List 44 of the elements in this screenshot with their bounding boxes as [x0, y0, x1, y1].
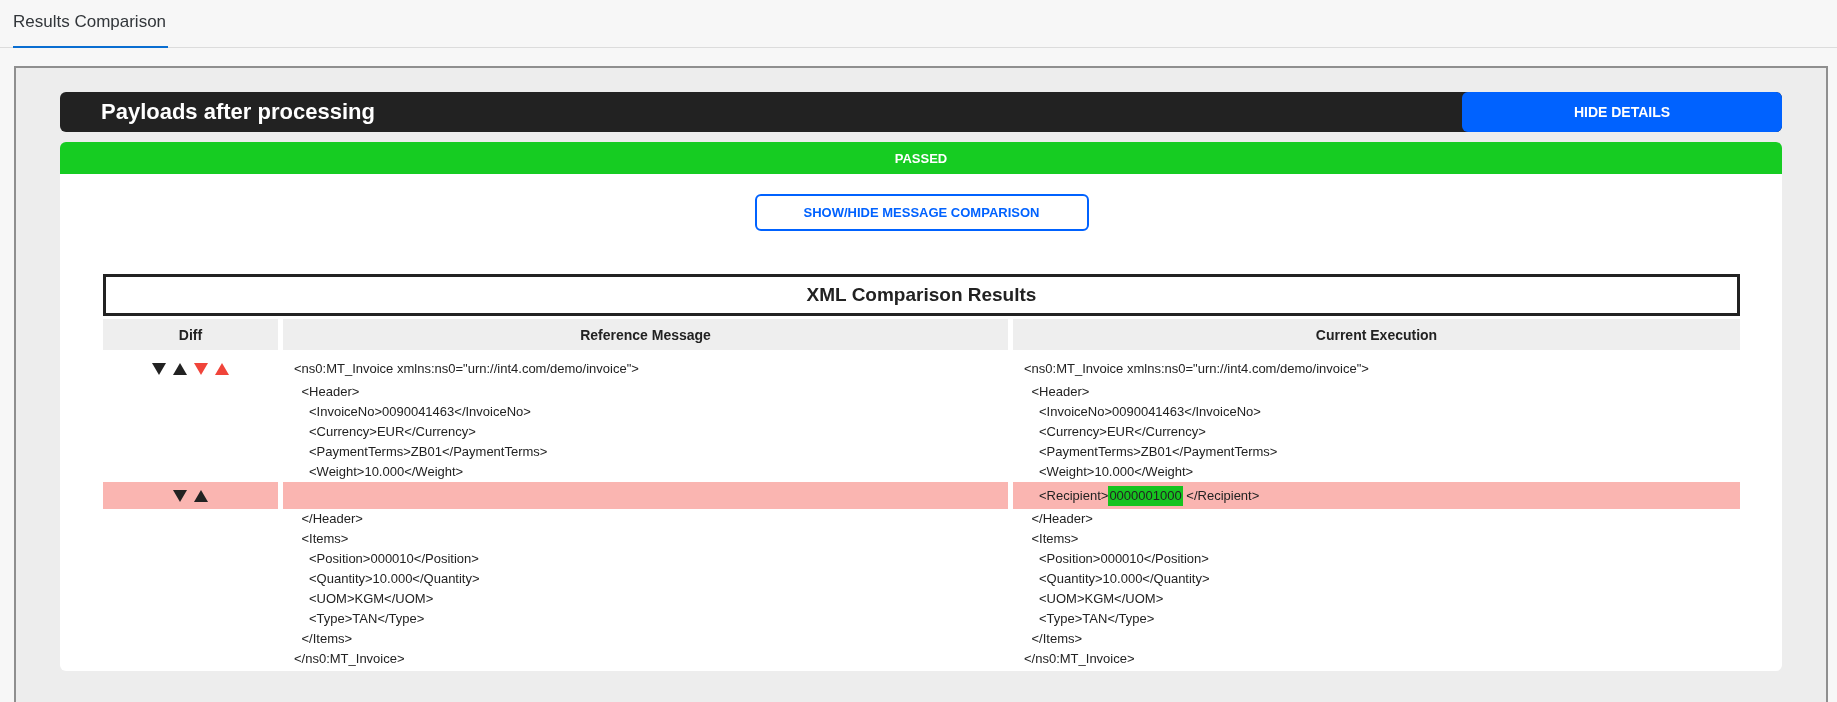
xml-line: <Position>000010</Position> — [1039, 550, 1209, 568]
xml-line: </ns0:MT_Invoice> — [294, 650, 405, 668]
xml-line: <ns0:MT_Invoice xmlns:ns0="urn://int4.com/demo/invoice"> — [1024, 359, 1369, 378]
xml-line: </Header> — [301, 510, 363, 528]
xml-line: <Quantity>10.000</Quantity> — [1039, 570, 1210, 588]
xml-line: <Currency>EUR</Currency> — [309, 423, 476, 441]
xml-line: <PaymentTerms>ZB01</PaymentTerms> — [1039, 443, 1278, 461]
xml-line: </ns0:MT_Invoice> — [1024, 650, 1135, 668]
xml-text: <Recipient> — [1039, 486, 1109, 505]
changed-value: 0000001000 — [1108, 485, 1183, 506]
toggle-comparison-button[interactable]: SHOW/HIDE MESSAGE COMPARISON — [754, 194, 1089, 231]
xml-text: </Recipient> — [1185, 486, 1260, 505]
xml-line: <Currency>EUR</Currency> — [1039, 423, 1206, 441]
column-header: Diff — [103, 319, 278, 350]
xml-line: </Items> — [301, 630, 353, 648]
xml-line: <PaymentTerms>ZB01</PaymentTerms> — [309, 443, 548, 461]
xml-line: <ns0:MT_Invoice xmlns:ns0="urn://int4.com/demo/invoice"> — [294, 359, 639, 378]
xml-line: <Items> — [301, 530, 349, 548]
column-header: Reference Message — [283, 319, 1008, 350]
xml-line: <InvoiceNo>0090041463</InvoiceNo> — [1039, 403, 1261, 421]
hide-details-button[interactable]: HIDE DETAILS — [1462, 92, 1782, 132]
triangle-down-icon[interactable] — [173, 490, 187, 503]
table-title: XML Comparison Results — [103, 274, 1740, 316]
xml-line: <Type>TAN</Type> — [309, 610, 425, 628]
xml-line: <InvoiceNo>0090041463</InvoiceNo> — [309, 403, 531, 421]
triangle-down-icon[interactable] — [152, 363, 166, 376]
section-title: Payloads after processing — [100, 99, 375, 125]
xml-line: <Weight>10.000</Weight> — [309, 463, 464, 481]
xml-line: <Header> — [301, 383, 360, 401]
status-banner: PASSED — [60, 142, 1782, 174]
xml-line: <UOM>KGM</UOM> — [309, 590, 434, 608]
triangle-up-icon[interactable] — [173, 363, 187, 376]
tab[interactable]: Results Comparison — [13, 0, 169, 48]
xml-line: <Quantity>10.000</Quantity> — [309, 570, 480, 588]
xml-line: </Items> — [1031, 630, 1083, 648]
column-header: Current Execution — [1013, 319, 1740, 350]
xml-line: <UOM>KGM</UOM> — [1039, 590, 1164, 608]
xml-line: <Type>TAN</Type> — [1039, 610, 1155, 628]
xml-line: <Header> — [1031, 383, 1090, 401]
xml-line: <Weight>10.000</Weight> — [1039, 463, 1194, 481]
triangle-up-icon[interactable] — [194, 490, 208, 503]
xml-line: <Items> — [1031, 530, 1079, 548]
xml-line: <Position>000010</Position> — [309, 550, 479, 568]
xml-line: </Header> — [1031, 510, 1093, 528]
